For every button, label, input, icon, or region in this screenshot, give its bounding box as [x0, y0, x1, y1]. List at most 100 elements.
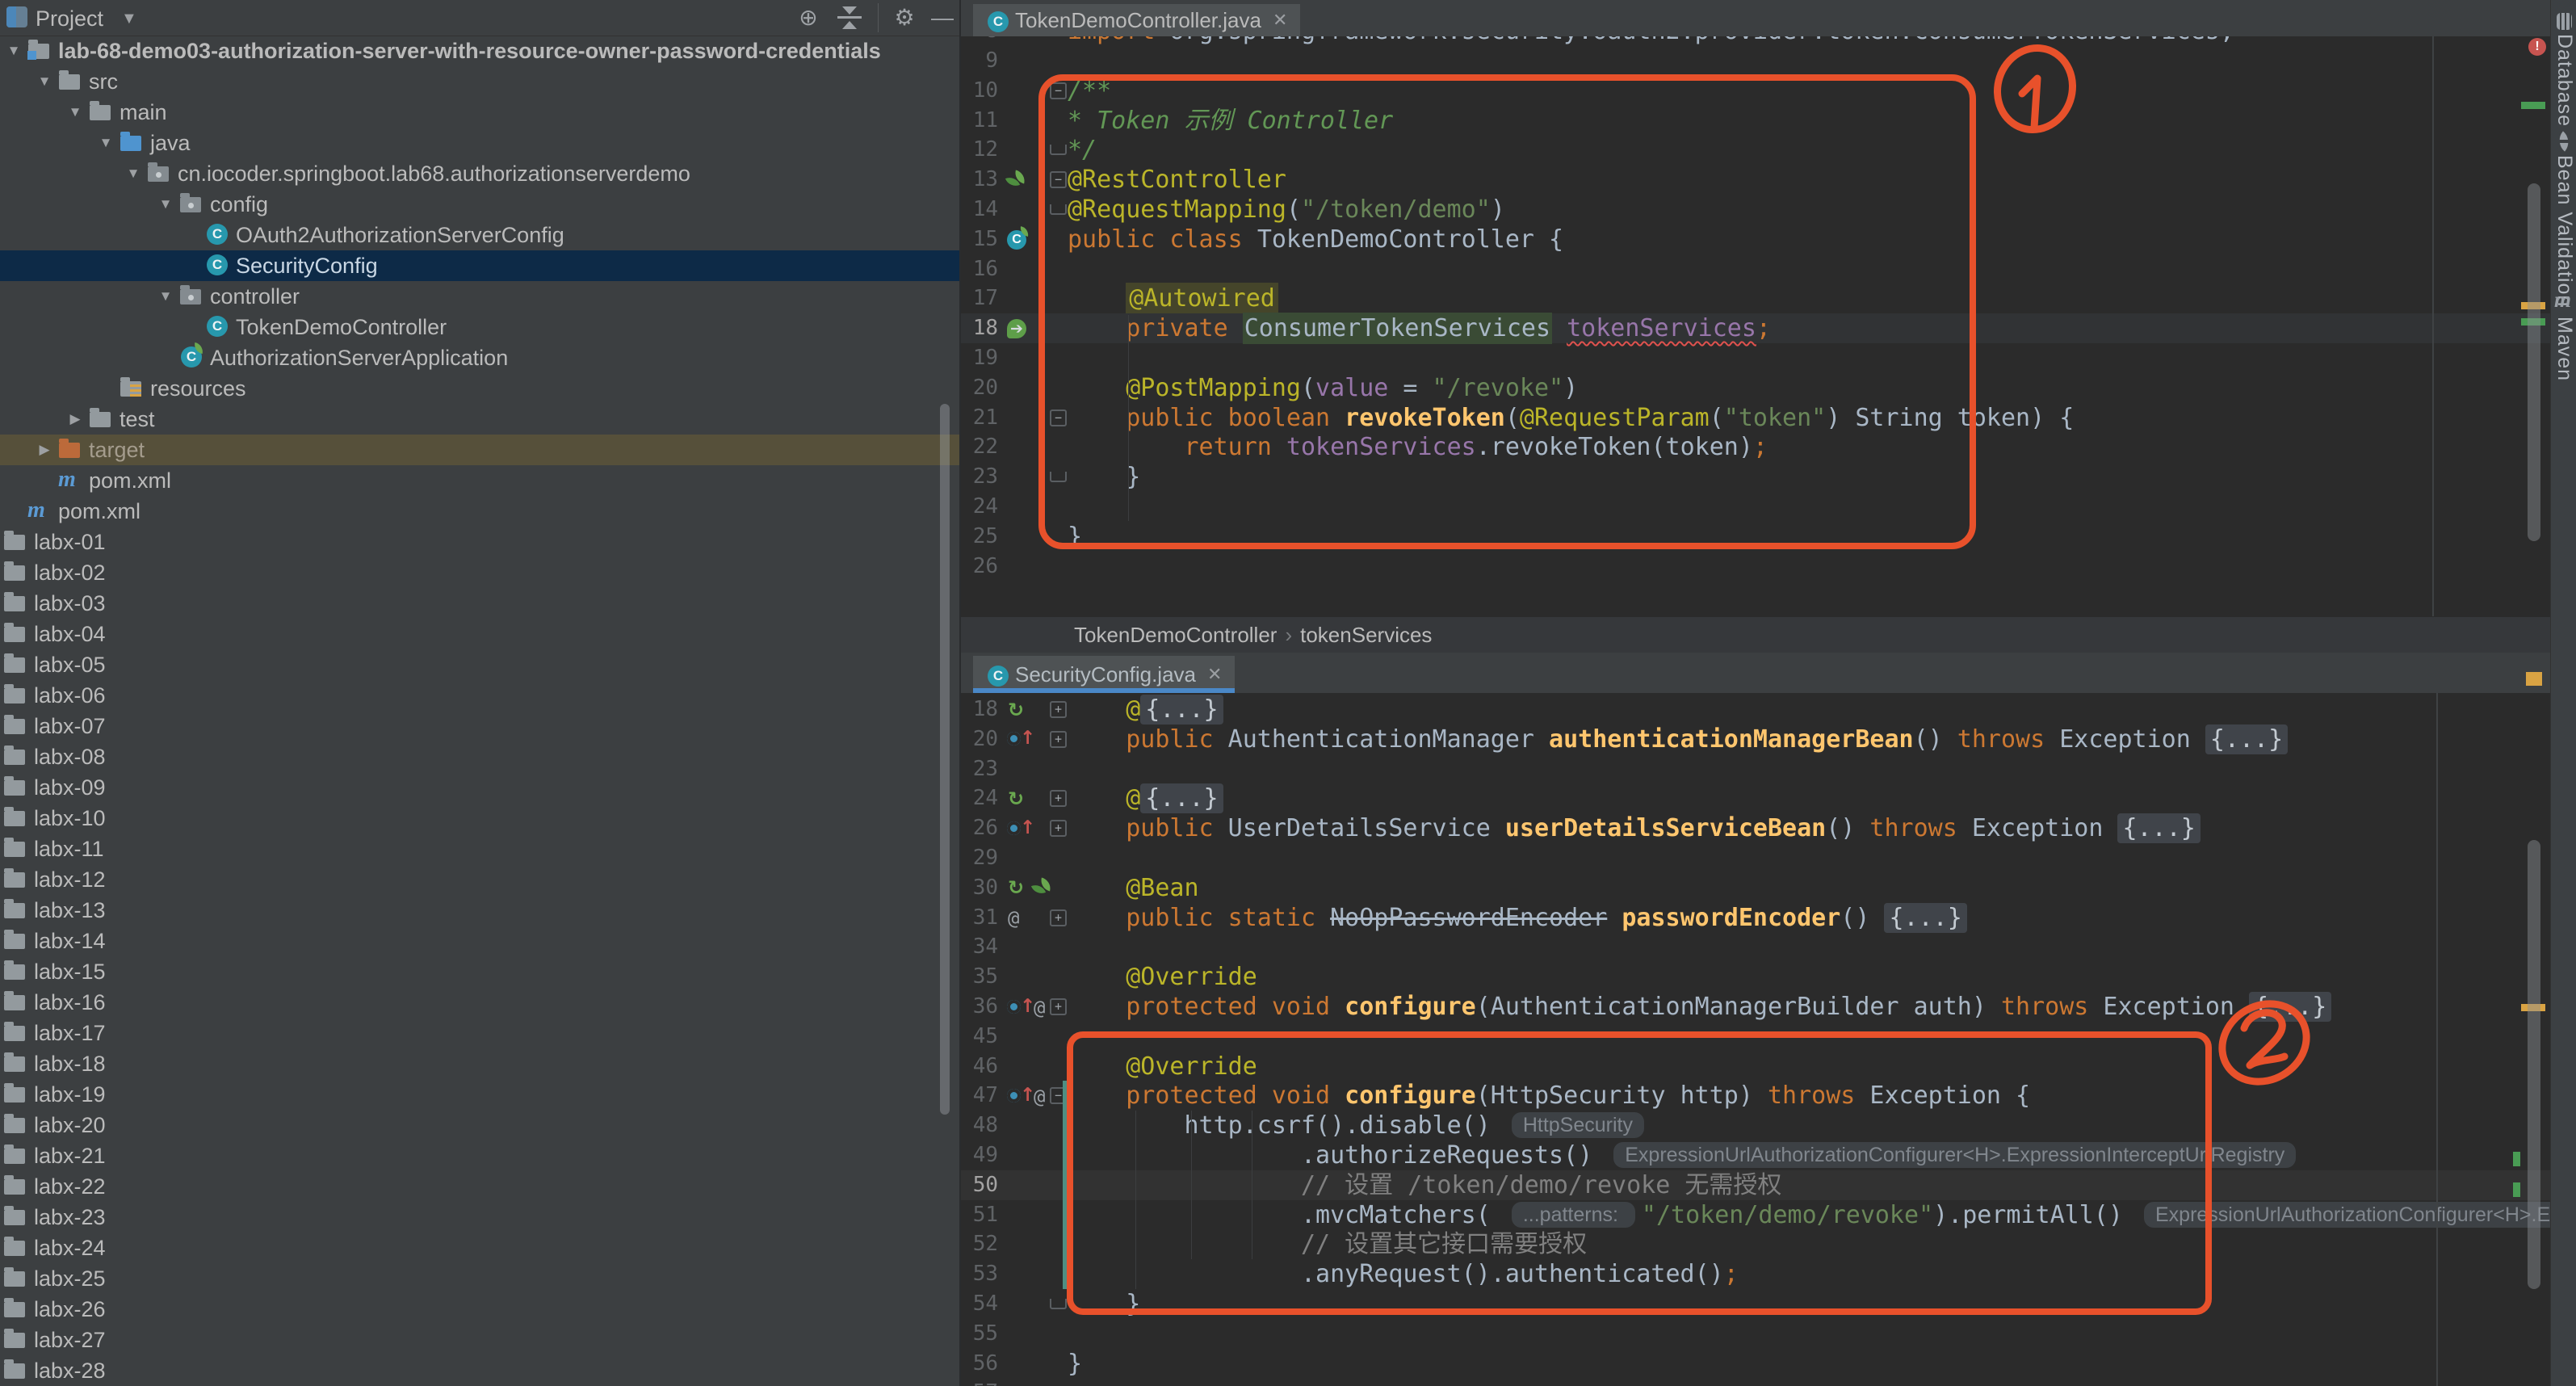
tree-item-labx-01[interactable]: labx-01	[0, 527, 959, 557]
chevron-expanded-icon[interactable]: ▼	[65, 97, 86, 128]
tree-item-target[interactable]: ▶target	[0, 435, 959, 465]
tree-item-main[interactable]: ▼main	[0, 97, 959, 128]
code-line-13: 13−@RestController	[961, 165, 2550, 195]
chevron-expanded-icon[interactable]: ▼	[155, 281, 176, 312]
fold-marker-icon[interactable]: +	[1050, 701, 1067, 718]
fold-marker-icon[interactable]	[1050, 204, 1067, 215]
tree-item-labx-22[interactable]: labx-22	[0, 1171, 959, 1202]
tree-item-labx-02[interactable]: labx-02	[0, 557, 959, 588]
editor-scrollbar[interactable]	[2528, 840, 2540, 1289]
override-arrows-icon[interactable]	[1006, 876, 1029, 899]
tree-item-lab-68-demo03-authorization-server-with-[interactable]: ▼lab-68-demo03-authorization-server-with…	[0, 36, 959, 66]
tree-item-cn-iocoder-springboot-lab68-authorizatio[interactable]: ▼cn.iocoder.springboot.lab68.authorizati…	[0, 158, 959, 189]
tree-item-labx-19[interactable]: labx-19	[0, 1079, 959, 1110]
tool-button-database[interactable]: Database	[2553, 34, 2576, 127]
fold-marker-icon[interactable]	[1050, 1299, 1067, 1309]
tree-item-labx-25[interactable]: labx-25	[0, 1263, 959, 1294]
breadcrumb-item[interactable]: TokenDemoController	[1074, 623, 1277, 647]
spring-bean-icon[interactable]	[1032, 876, 1055, 899]
code-text: }	[1068, 1289, 1140, 1319]
tree-item-config[interactable]: ▼config	[0, 189, 959, 220]
tree-item-labx-28[interactable]: labx-28	[0, 1355, 959, 1386]
project-tree-scrollbar[interactable]	[940, 404, 950, 1115]
tree-item-pom-xml[interactable]: mpom.xml	[0, 465, 959, 496]
chevron-expanded-icon[interactable]: ▼	[34, 66, 55, 97]
override-up-icon[interactable]	[1006, 996, 1029, 1018]
tree-item-labx-10[interactable]: labx-10	[0, 803, 959, 834]
tree-item-labx-11[interactable]: labx-11	[0, 834, 959, 864]
spring-bean-icon[interactable]	[1006, 169, 1029, 191]
tree-item-tokendemocontroller[interactable]: CTokenDemoController	[0, 312, 959, 342]
tab-securityconfig[interactable]: C SecurityConfig.java ✕	[973, 656, 1235, 693]
tree-item-labx-15[interactable]: labx-15	[0, 956, 959, 987]
tab-tokendemocontroller[interactable]: C TokenDemoController.java ✕	[973, 4, 1300, 36]
fold-marker-icon[interactable]: +	[1050, 909, 1067, 926]
chevron-expanded-icon[interactable]: ▼	[95, 128, 116, 158]
tree-item-test[interactable]: ▶test	[0, 404, 959, 435]
override-up-icon[interactable]	[1006, 728, 1029, 750]
override-arrows-icon[interactable]	[1006, 788, 1029, 810]
tree-item-labx-07[interactable]: labx-07	[0, 711, 959, 741]
chevron-collapsed-icon[interactable]: ▶	[34, 435, 55, 465]
tree-item-labx-06[interactable]: labx-06	[0, 680, 959, 711]
fold-marker-icon[interactable]	[1050, 145, 1067, 155]
override-up-icon[interactable]	[1006, 817, 1029, 840]
code-line-18: 18private ConsumerTokenServices tokenSer…	[961, 313, 2550, 343]
tree-item-resources[interactable]: resources	[0, 373, 959, 404]
fold-marker-icon[interactable]: +	[1050, 820, 1067, 837]
override-arrows-icon[interactable]	[1006, 699, 1029, 721]
tree-item-labx-05[interactable]: labx-05	[0, 649, 959, 680]
at-icon[interactable]	[1006, 906, 1029, 929]
tree-item-labx-27[interactable]: labx-27	[0, 1325, 959, 1355]
tree-item-java[interactable]: ▼java	[0, 128, 959, 158]
fold-marker-icon[interactable]: −	[1050, 410, 1067, 426]
tree-item-labx-14[interactable]: labx-14	[0, 926, 959, 956]
tree-item-labx-23[interactable]: labx-23	[0, 1202, 959, 1233]
tree-item-labx-17[interactable]: labx-17	[0, 1018, 959, 1048]
tree-item-labx-18[interactable]: labx-18	[0, 1048, 959, 1079]
override-up-icon[interactable]	[1006, 1085, 1029, 1107]
close-icon[interactable]: ✕	[1273, 10, 1287, 31]
fold-marker-icon[interactable]: −	[1050, 171, 1067, 188]
editor-scrollbar[interactable]	[2528, 183, 2540, 541]
tree-item-controller[interactable]: ▼controller	[0, 281, 959, 312]
boot-class-icon[interactable]	[1006, 228, 1029, 250]
tree-item-labx-16[interactable]: labx-16	[0, 987, 959, 1018]
bean-validation-icon[interactable]	[2553, 131, 2574, 151]
tree-item-labx-21[interactable]: labx-21	[0, 1140, 959, 1171]
code-text: @{...}	[1068, 695, 1223, 724]
fold-marker-icon[interactable]: +	[1050, 790, 1067, 807]
breadcrumb-item[interactable]: tokenServices	[1300, 623, 1432, 647]
chevron-expanded-icon[interactable]: ▼	[3, 36, 24, 66]
fold-marker-icon[interactable]: +	[1050, 998, 1067, 1015]
tree-item-authorizationserverapplication[interactable]: CAuthorizationServerApplication	[0, 342, 959, 373]
tree-item-oauth2authorizationserverconfig[interactable]: COAuth2AuthorizationServerConfig	[0, 220, 959, 250]
fold-marker-icon[interactable]: −	[1050, 82, 1067, 99]
inlay-hint: HttpSecurity	[1512, 1112, 1644, 1138]
tree-item-labx-04[interactable]: labx-04	[0, 619, 959, 649]
tree-item-labx-13[interactable]: labx-13	[0, 895, 959, 926]
tree-item-labx-09[interactable]: labx-09	[0, 772, 959, 803]
editor2-code[interactable]: 18+@{...}20+public AuthenticationManager…	[961, 693, 2550, 1386]
fold-marker-icon[interactable]: +	[1050, 731, 1067, 748]
chevron-expanded-icon[interactable]: ▼	[123, 158, 144, 189]
tree-item-labx-08[interactable]: labx-08	[0, 741, 959, 772]
tree-item-pom-xml[interactable]: mpom.xml	[0, 496, 959, 527]
tool-button-bean-validation[interactable]: Bean Validation	[2553, 155, 2576, 307]
maven-icon[interactable]: m	[2554, 288, 2571, 312]
tree-item-labx-24[interactable]: labx-24	[0, 1233, 959, 1263]
autowire-icon[interactable]	[1006, 317, 1029, 340]
tree-item-labx-20[interactable]: labx-20	[0, 1110, 959, 1140]
tree-item-src[interactable]: ▼src	[0, 66, 959, 97]
chevron-expanded-icon[interactable]: ▼	[155, 189, 176, 220]
tree-item-labx-26[interactable]: labx-26	[0, 1294, 959, 1325]
editor1-code[interactable]: 8import org.springframework.security.oau…	[961, 36, 2550, 616]
tree-item-securityconfig[interactable]: CSecurityConfig	[0, 250, 959, 281]
fold-marker-icon[interactable]	[1050, 472, 1067, 482]
tool-button-maven[interactable]: Maven	[2553, 317, 2576, 381]
database-icon[interactable]	[2557, 13, 2572, 30]
tree-item-labx-12[interactable]: labx-12	[0, 864, 959, 895]
tree-item-labx-03[interactable]: labx-03	[0, 588, 959, 619]
close-icon[interactable]: ✕	[1207, 664, 1222, 685]
chevron-collapsed-icon[interactable]: ▶	[65, 404, 86, 435]
